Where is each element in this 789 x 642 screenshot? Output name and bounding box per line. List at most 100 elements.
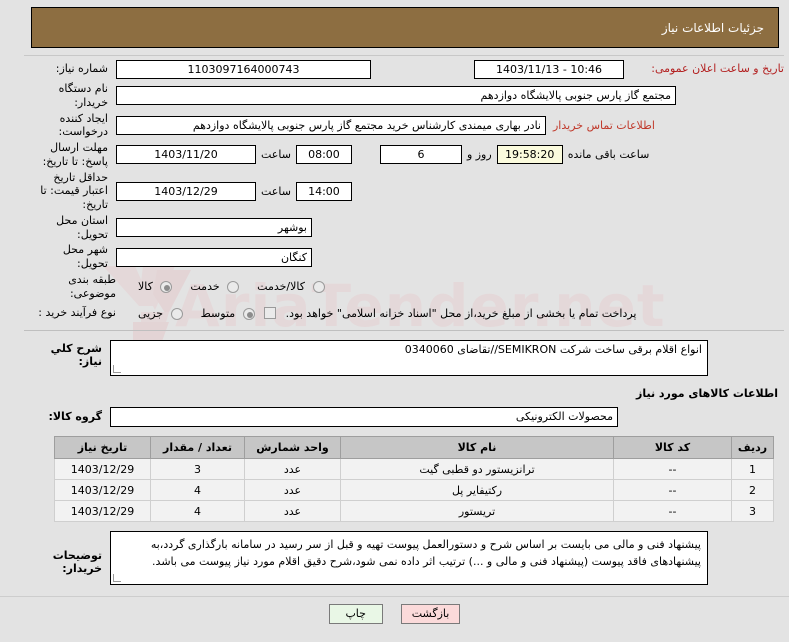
- row-deadline: ساعت باقی مانده 19:58:20 روز و 6 08:00 س…: [24, 141, 784, 169]
- deadline-label: مهلت ارسال پاسخ: تا تاریخ:: [42, 141, 108, 168]
- cell-qty: 4: [150, 479, 245, 502]
- cell-name: رکتیفایر پل: [340, 479, 614, 502]
- process-option-label-1: متوسط: [200, 306, 236, 320]
- footer-divider: [0, 596, 789, 597]
- buyer-notes-label: توضیحات خریدار:: [52, 549, 102, 576]
- cell-unit: عدد: [244, 479, 341, 502]
- need-number-label: شماره نیاز:: [55, 62, 108, 76]
- goods-group-value: محصولات الکترونیکی: [110, 407, 618, 428]
- cell-name: تریستور: [340, 500, 614, 523]
- province-label: استان محل تحویل:: [56, 213, 108, 241]
- row-description: انواع اقلام برقی ساخت شرکت SEMIKRON//تقا…: [24, 340, 784, 377]
- buyer-contact-link[interactable]: اطلاعات تماس خریدار: [546, 119, 662, 132]
- col-date: تاریخ نیاز: [54, 436, 151, 460]
- deadline-hour-label: ساعت: [261, 148, 291, 162]
- validity-label: حداقل تاریخ اعتبار قیمت: تا تاریخ:: [40, 170, 108, 212]
- row-category: کالا/خدمت خدمت کالا طبقه بندی موضوعی:: [24, 273, 784, 301]
- remaining-days-value: 6: [379, 145, 462, 165]
- table-row: 2 -- رکتیفایر پل عدد 4 1403/12/29: [54, 479, 774, 502]
- province-value: بوشهر: [116, 218, 312, 237]
- process-option-minor[interactable]: جزیی: [124, 307, 187, 320]
- col-index: ردیف: [731, 436, 774, 460]
- general-description-label: شرح کلي نیاز:: [50, 342, 102, 369]
- category-label: طبقه بندی موضوعی:: [68, 272, 116, 300]
- need-number-value: 1103097164000743: [116, 59, 371, 79]
- cell-index: 3: [731, 500, 774, 523]
- row-process-type: پرداخت تمام یا بخشی از مبلغ خرید،از محل …: [24, 302, 784, 324]
- col-unit: واحد شمارش: [244, 436, 341, 460]
- deadline-time-value: 08:00: [295, 145, 352, 165]
- radio-icon-service[interactable]: [227, 281, 240, 293]
- treasury-checkbox-label: پرداخت تمام یا بخشی از مبلغ خرید،از محل …: [285, 306, 637, 320]
- cell-code: --: [613, 479, 732, 502]
- requester-label: ایجاد کننده درخواست:: [58, 111, 108, 139]
- category-option-goods[interactable]: کالا: [124, 280, 176, 293]
- radio-icon-minor[interactable]: [170, 307, 183, 320]
- treasury-checkbox[interactable]: [263, 307, 276, 320]
- cell-index: 1: [731, 458, 774, 481]
- cell-date: 1403/12/29: [54, 500, 151, 523]
- radio-icon-goods-service[interactable]: [312, 281, 325, 293]
- row-price-validity: 14:00 ساعت 1403/12/29 حداقل تاریخ اعتبار…: [24, 171, 784, 212]
- row-need-number: تاریخ و ساعت اعلان عمومی: 10:46 - 1403/1…: [24, 58, 784, 80]
- requester-value: نادر بهاری میمندی کارشناس خرید مجتمع گاز…: [116, 115, 546, 135]
- remaining-countdown-value: 19:58:20: [496, 145, 563, 165]
- row-city: کنگان شهر محل تحویل:: [24, 243, 784, 271]
- table-row: 3 -- تریستور عدد 4 1403/12/29: [54, 500, 774, 523]
- print-button[interactable]: چاپ: [328, 604, 383, 624]
- row-buyer-notes: پیشنهاد فنی و مالی می بایست بر اساس شرح …: [24, 531, 784, 586]
- validity-date-value: 1403/12/29: [116, 181, 256, 201]
- general-description-textarea[interactable]: انواع اقلام برقی ساخت شرکت SEMIKRON//تقا…: [110, 340, 708, 377]
- days-and-label: روز و: [466, 148, 492, 162]
- page-title: جزئیات اطلاعات نیاز: [661, 20, 764, 35]
- city-label: شهر محل تحویل:: [62, 243, 108, 270]
- process-option-medium[interactable]: متوسط: [187, 307, 259, 320]
- goods-section-heading: اطلاعات کالاهای مورد نیاز: [636, 387, 778, 401]
- cell-date: 1403/12/29: [54, 458, 151, 481]
- category-option-label-1: خدمت: [190, 280, 220, 293]
- page-root: AriaTender.net جزئیات اطلاعات نیاز تاریخ…: [0, 0, 789, 642]
- detail-form: تاریخ و ساعت اعلان عمومی: 10:46 - 1403/1…: [24, 58, 784, 586]
- category-option-service[interactable]: خدمت: [176, 280, 243, 293]
- deadline-date-value: 1403/11/20: [116, 145, 256, 165]
- buyer-org-label: نام دستگاه خریدار:: [58, 82, 108, 109]
- city-value: کنگان: [116, 247, 312, 267]
- cell-unit: عدد: [244, 458, 341, 481]
- buyer-org-value: مجتمع گاز پارس جنوبی پالایشگاه دوازدهم: [116, 86, 676, 106]
- category-option-goods-service[interactable]: کالا/خدمت: [243, 280, 328, 293]
- category-option-label-2: کالا/خدمت: [257, 280, 305, 293]
- section-divider-1: [24, 330, 784, 332]
- page-header-bar: جزئیات اطلاعات نیاز: [31, 7, 779, 48]
- cell-unit: عدد: [244, 500, 341, 523]
- process-type-label: نوع فرآیند خرید :: [38, 306, 116, 320]
- cell-code: --: [613, 500, 732, 523]
- announce-date-value: 10:46 - 1403/11/13: [474, 59, 624, 79]
- radio-icon-goods[interactable]: [160, 281, 173, 293]
- row-province: بوشهر استان محل تحویل:: [24, 214, 784, 242]
- buyer-notes-textarea[interactable]: پیشنهاد فنی و مالی می بایست بر اساس شرح …: [110, 531, 708, 586]
- table-header-row: ردیف کد کالا نام کالا واحد شمارش تعداد /…: [54, 436, 774, 460]
- goods-table: ردیف کد کالا نام کالا واحد شمارش تعداد /…: [54, 436, 774, 523]
- row-goods-group: محصولات الکترونیکی گروه کالا:: [24, 407, 784, 428]
- col-qty: تعداد / مقدار: [150, 436, 245, 460]
- remaining-suffix-label: ساعت باقی مانده: [567, 148, 650, 162]
- col-name: نام کالا: [340, 436, 614, 460]
- table-row: 1 -- ترانزیستور دو قطبی گیت عدد 3 1403/1…: [54, 458, 774, 481]
- announce-date-label: تاریخ و ساعت اعلان عمومی:: [651, 62, 784, 76]
- top-divider: [24, 55, 784, 56]
- radio-icon-medium[interactable]: [242, 307, 255, 320]
- back-button[interactable]: بازگشت: [400, 604, 461, 624]
- category-option-label-0: کالا: [138, 280, 153, 293]
- table-body: 1 -- ترانزیستور دو قطبی گیت عدد 3 1403/1…: [54, 458, 774, 523]
- col-code: کد کالا: [613, 436, 732, 460]
- cell-qty: 3: [150, 458, 245, 481]
- cell-name: ترانزیستور دو قطبی گیت: [340, 458, 614, 481]
- validity-time-value: 14:00: [295, 181, 352, 201]
- cell-date: 1403/12/29: [54, 479, 151, 502]
- row-buyer-org: مجتمع گاز پارس جنوبی پالایشگاه دوازدهم ن…: [24, 82, 784, 110]
- goods-group-label: گروه کالا:: [48, 410, 102, 424]
- cell-qty: 4: [150, 500, 245, 523]
- row-requester: اطلاعات تماس خریدار نادر بهاری میمندی کا…: [24, 112, 784, 140]
- validity-hour-label: ساعت: [261, 184, 291, 198]
- process-option-label-0: جزیی: [138, 306, 164, 320]
